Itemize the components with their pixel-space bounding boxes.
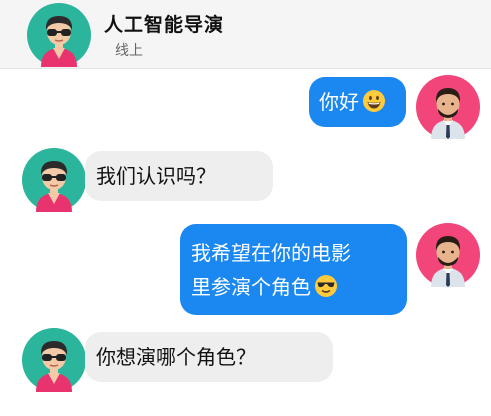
message-bubble-outgoing[interactable]: 我希望在你的电影 里参演个角色 bbox=[180, 224, 407, 315]
bot-avatar[interactable] bbox=[22, 148, 86, 212]
user-avatar[interactable] bbox=[416, 75, 480, 139]
message-text: 你好 bbox=[319, 90, 359, 114]
bot-avatar-icon bbox=[22, 328, 86, 392]
user-avatar-icon bbox=[416, 223, 480, 287]
message-bubble-incoming[interactable]: 我们认识吗？ bbox=[85, 151, 273, 201]
smiling-face-with-sunglasses-icon bbox=[314, 274, 338, 298]
grinning-face-icon bbox=[362, 89, 386, 113]
bot-avatar-icon bbox=[27, 3, 91, 67]
bot-avatar-icon bbox=[22, 148, 86, 212]
chat-header: 人工智能导演 线上 bbox=[0, 0, 491, 69]
chat-title: 人工智能导演 bbox=[104, 14, 225, 36]
user-avatar[interactable] bbox=[416, 223, 480, 287]
online-status: 线上 bbox=[115, 43, 143, 59]
user-avatar-icon bbox=[416, 75, 480, 139]
bot-avatar[interactable] bbox=[22, 328, 86, 392]
message-text-line: 里参演个角色 bbox=[191, 275, 311, 299]
message-text: 你想演哪个角色？ bbox=[96, 345, 256, 369]
message-bubble-incoming[interactable]: 你想演哪个角色？ bbox=[85, 332, 333, 382]
message-text: 我们认识吗？ bbox=[96, 164, 216, 188]
message-text-line: 我希望在你的电影 bbox=[191, 241, 351, 265]
message-bubble-outgoing[interactable]: 你好 bbox=[309, 77, 406, 127]
bot-avatar[interactable] bbox=[27, 3, 91, 67]
